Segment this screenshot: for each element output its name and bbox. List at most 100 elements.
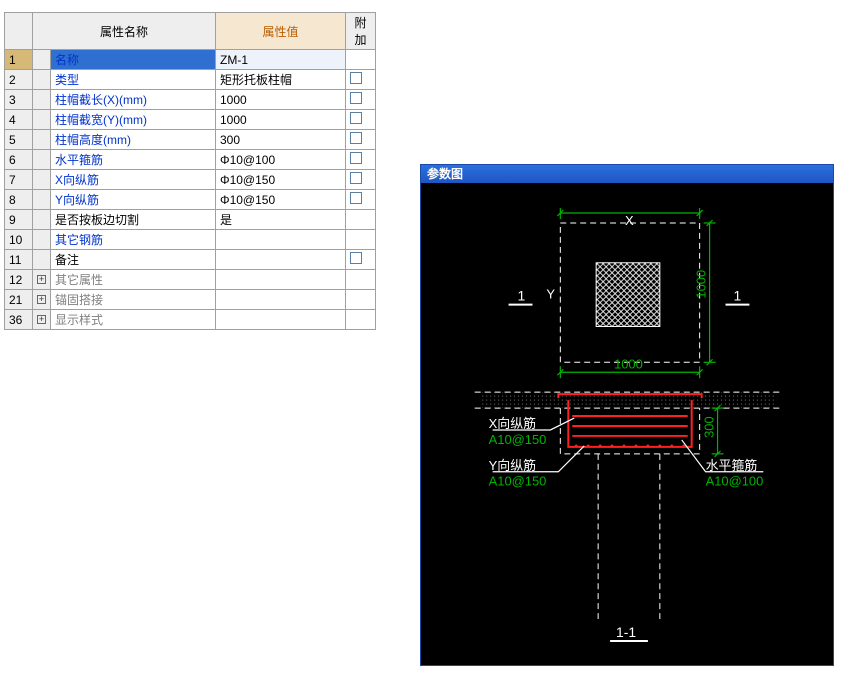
- table-header-row: 属性名称 属性值 附加: [5, 13, 376, 50]
- table-row[interactable]: 5 柱帽高度(mm)300: [5, 130, 376, 150]
- expand-cell: [33, 70, 51, 90]
- expand-cell: [33, 150, 51, 170]
- property-name-cell[interactable]: 柱帽截长(X)(mm): [51, 90, 216, 110]
- row-number-cell[interactable]: 36: [5, 310, 33, 330]
- table-row[interactable]: 10 其它钢筋: [5, 230, 376, 250]
- row-number-cell[interactable]: 7: [5, 170, 33, 190]
- plus-icon[interactable]: +: [37, 295, 46, 304]
- property-name-cell[interactable]: 类型: [51, 70, 216, 90]
- row-number-cell[interactable]: 3: [5, 90, 33, 110]
- row-number-cell[interactable]: 12: [5, 270, 33, 290]
- property-name-cell[interactable]: 柱帽高度(mm): [51, 130, 216, 150]
- label-xrebar: X向纵筋: [489, 416, 536, 431]
- property-name-cell[interactable]: 其它属性: [51, 270, 216, 290]
- property-value-cell[interactable]: 1000: [216, 90, 346, 110]
- extra-cell[interactable]: [346, 250, 376, 270]
- property-name-cell[interactable]: Y向纵筋: [51, 190, 216, 210]
- table-row[interactable]: 6 水平箍筋Φ10@100: [5, 150, 376, 170]
- checkbox-icon[interactable]: [350, 132, 362, 144]
- property-value-cell[interactable]: 是: [216, 210, 346, 230]
- checkbox-icon[interactable]: [350, 172, 362, 184]
- label-x: X: [625, 213, 634, 228]
- label-hval: A10@100: [706, 474, 764, 489]
- row-number-cell[interactable]: 1: [5, 50, 33, 70]
- table-row[interactable]: 8 Y向纵筋Φ10@150: [5, 190, 376, 210]
- property-value-cell[interactable]: ZM-1: [216, 50, 346, 70]
- row-number-cell[interactable]: 10: [5, 230, 33, 250]
- property-name-cell[interactable]: 水平箍筋: [51, 150, 216, 170]
- property-value-cell[interactable]: 300: [216, 130, 346, 150]
- expand-cell[interactable]: +: [33, 290, 51, 310]
- property-name-cell[interactable]: 柱帽截宽(Y)(mm): [51, 110, 216, 130]
- checkbox-icon[interactable]: [350, 252, 362, 264]
- expand-cell[interactable]: +: [33, 270, 51, 290]
- table-row[interactable]: 3 柱帽截长(X)(mm)1000: [5, 90, 376, 110]
- extra-cell[interactable]: [346, 90, 376, 110]
- extra-cell[interactable]: [346, 110, 376, 130]
- row-number-cell[interactable]: 4: [5, 110, 33, 130]
- row-number-cell[interactable]: 2: [5, 70, 33, 90]
- extra-cell[interactable]: [346, 150, 376, 170]
- table-row[interactable]: 36 + 显示样式: [5, 310, 376, 330]
- property-name-cell[interactable]: 其它钢筋: [51, 230, 216, 250]
- property-value-cell[interactable]: Φ10@150: [216, 190, 346, 210]
- plan-view: X Y 1000 1000 1: [509, 208, 750, 378]
- row-number-cell[interactable]: 21: [5, 290, 33, 310]
- table-row[interactable]: 21 + 锚固搭接: [5, 290, 376, 310]
- label-yrebar: Y向纵筋: [489, 458, 536, 473]
- table-row[interactable]: 9 是否按板边切割是: [5, 210, 376, 230]
- property-value-cell[interactable]: [216, 310, 346, 330]
- property-name-cell[interactable]: X向纵筋: [51, 170, 216, 190]
- property-value-cell[interactable]: 1000: [216, 110, 346, 130]
- table-row[interactable]: 4 柱帽截宽(Y)(mm)1000: [5, 110, 376, 130]
- plus-icon[interactable]: +: [37, 275, 46, 284]
- row-number-cell[interactable]: 8: [5, 190, 33, 210]
- property-name-cell[interactable]: 显示样式: [51, 310, 216, 330]
- row-number-cell[interactable]: 11: [5, 250, 33, 270]
- property-value-cell[interactable]: 矩形托板柱帽: [216, 70, 346, 90]
- table-row[interactable]: 7 X向纵筋Φ10@150: [5, 170, 376, 190]
- table-row[interactable]: 11 备注: [5, 250, 376, 270]
- section-mark-right-text: 1: [733, 288, 741, 304]
- diagram-panel: 参数图 X: [420, 164, 834, 666]
- property-name-cell[interactable]: 备注: [51, 250, 216, 270]
- extra-cell: [346, 270, 376, 290]
- table-row[interactable]: 2 类型矩形托板柱帽: [5, 70, 376, 90]
- property-name-cell[interactable]: 锚固搭接: [51, 290, 216, 310]
- table-row[interactable]: 1 名称ZM-1: [5, 50, 376, 70]
- expand-cell[interactable]: +: [33, 310, 51, 330]
- expand-cell: [33, 170, 51, 190]
- plus-icon[interactable]: +: [37, 315, 46, 324]
- property-value-cell[interactable]: Φ10@100: [216, 150, 346, 170]
- property-name-cell[interactable]: 名称: [51, 50, 216, 70]
- checkbox-icon[interactable]: [350, 192, 362, 204]
- extra-cell[interactable]: [346, 70, 376, 90]
- expand-cell: [33, 230, 51, 250]
- checkbox-icon[interactable]: [350, 92, 362, 104]
- extra-cell[interactable]: [346, 190, 376, 210]
- row-number-cell[interactable]: 5: [5, 130, 33, 150]
- expand-cell: [33, 110, 51, 130]
- checkbox-icon[interactable]: [350, 152, 362, 164]
- extra-cell: [346, 230, 376, 250]
- property-value-cell[interactable]: [216, 230, 346, 250]
- header-value[interactable]: 属性值: [216, 13, 346, 50]
- dim-1000-y-text: 1000: [694, 270, 709, 299]
- extra-cell[interactable]: [346, 170, 376, 190]
- row-number-cell[interactable]: 9: [5, 210, 33, 230]
- property-table: 属性名称 属性值 附加 1 名称ZM-1 2 类型矩形托板柱帽 3 柱帽截长(X)(mm)…: [4, 12, 376, 330]
- property-value-cell[interactable]: Φ10@150: [216, 170, 346, 190]
- expand-cell: [33, 130, 51, 150]
- table-row[interactable]: 12 + 其它属性: [5, 270, 376, 290]
- checkbox-icon[interactable]: [350, 72, 362, 84]
- extra-cell[interactable]: [346, 130, 376, 150]
- property-value-cell[interactable]: [216, 290, 346, 310]
- row-number-cell[interactable]: 6: [5, 150, 33, 170]
- checkbox-icon[interactable]: [350, 112, 362, 124]
- property-name-cell[interactable]: 是否按板边切割: [51, 210, 216, 230]
- header-name: 属性名称: [33, 13, 216, 50]
- property-value-cell[interactable]: [216, 270, 346, 290]
- extra-cell: [346, 50, 376, 70]
- label-hoop: 水平箍筋: [706, 458, 758, 473]
- property-value-cell[interactable]: [216, 250, 346, 270]
